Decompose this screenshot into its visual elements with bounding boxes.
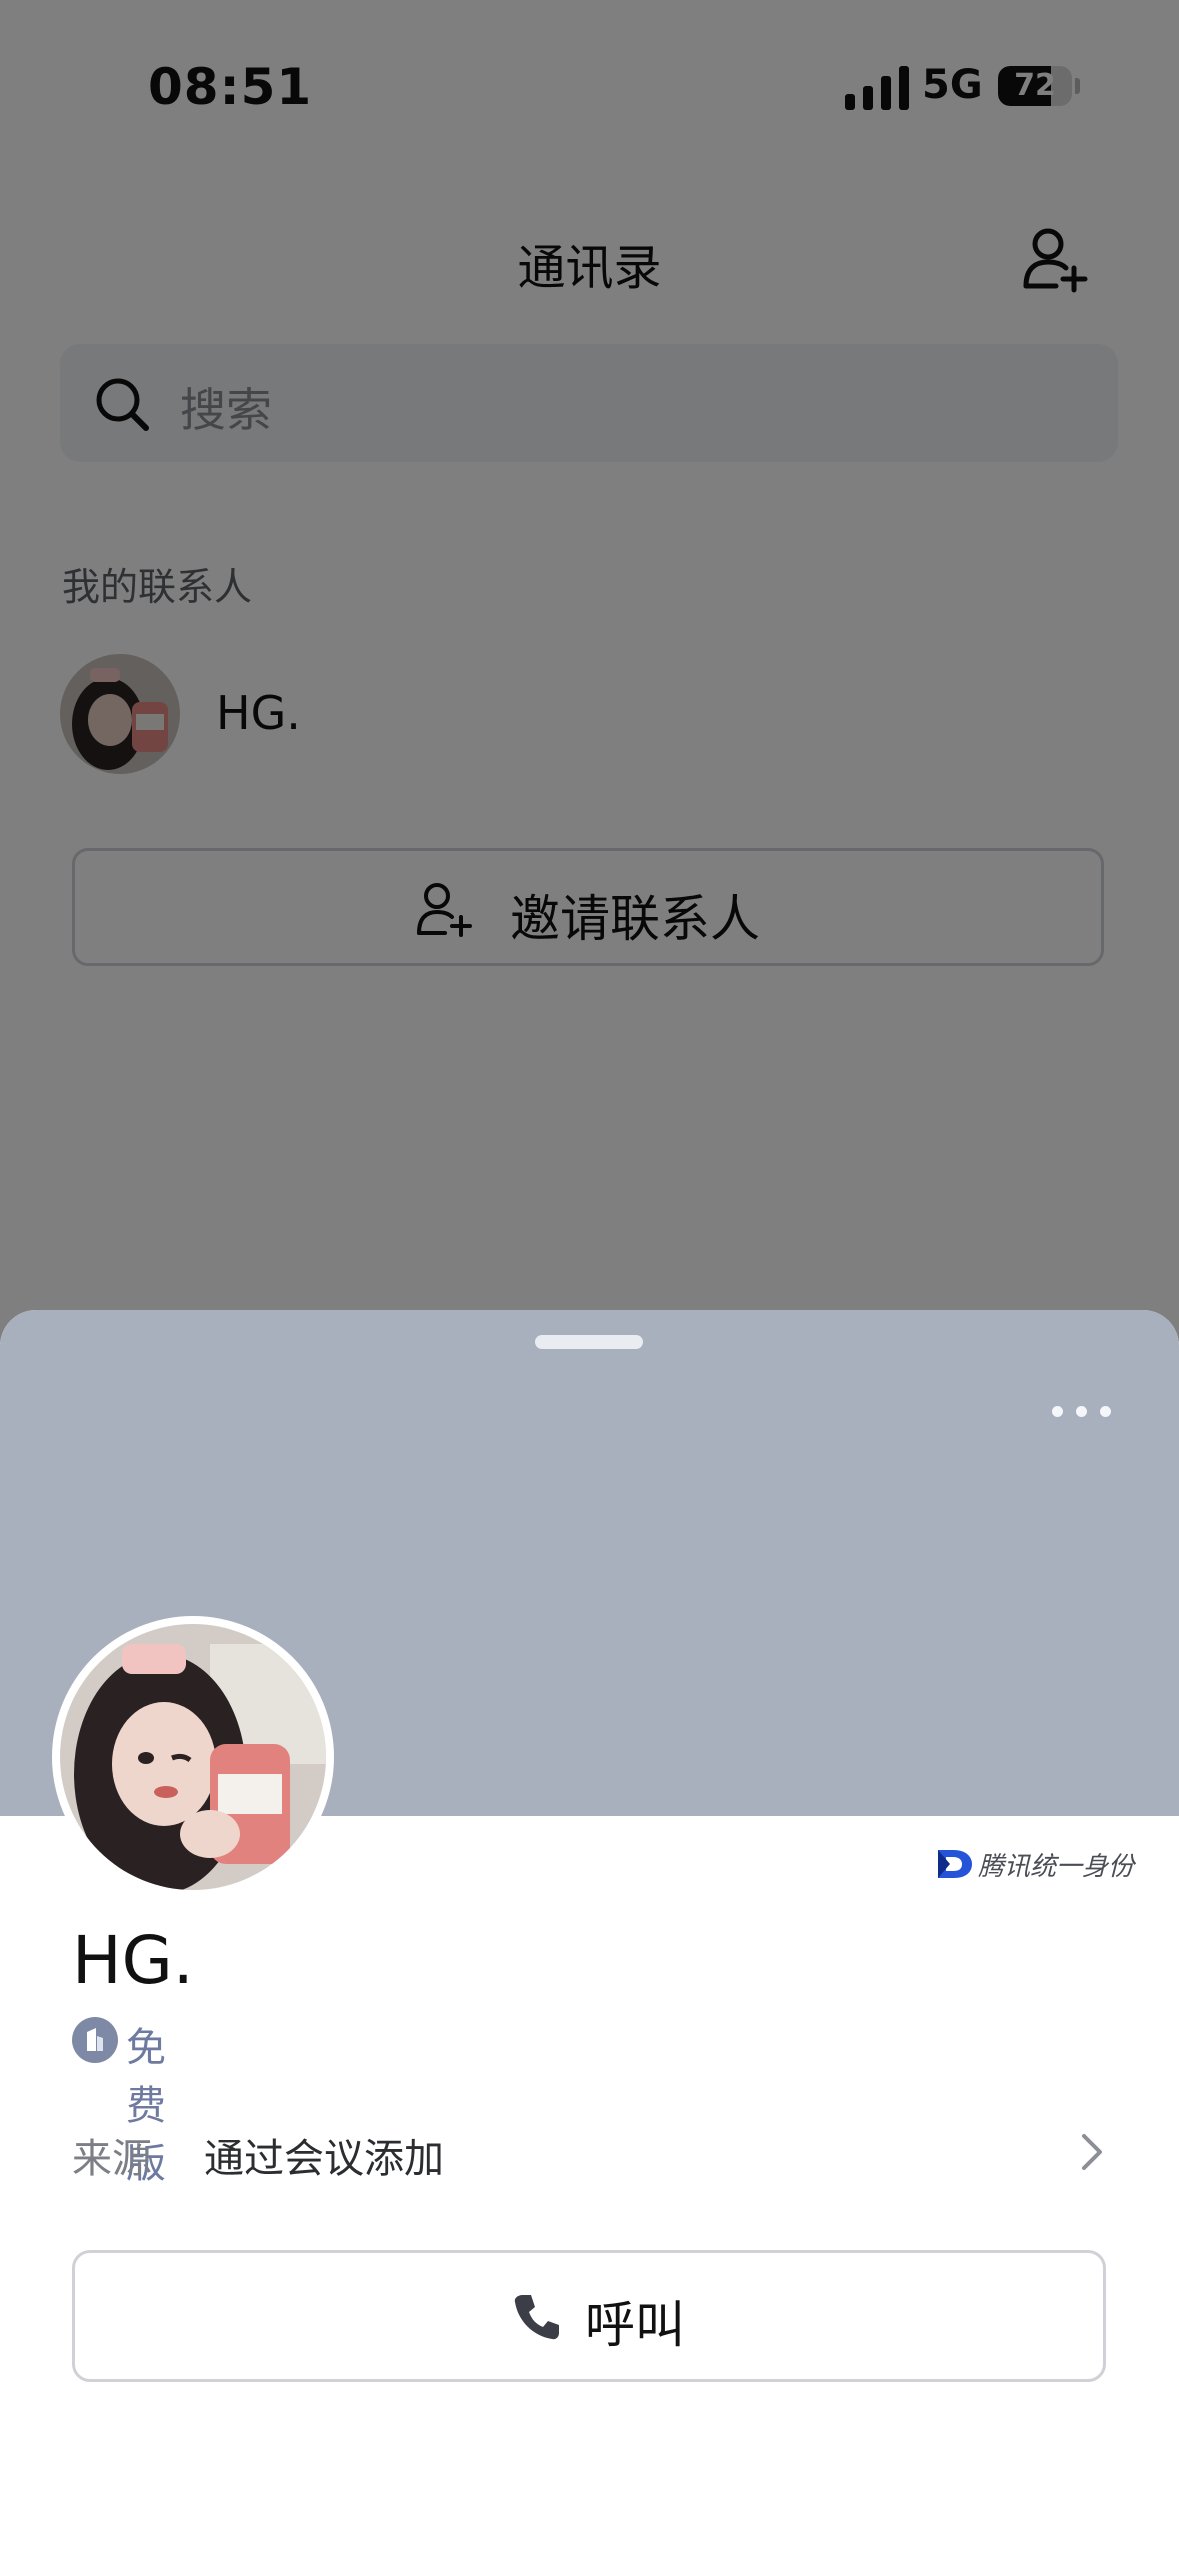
building-icon [72,2017,118,2063]
more-icon[interactable] [1052,1402,1112,1422]
source-value: 通过会议添加 [204,2136,444,2182]
sheet-drag-handle[interactable] [535,1335,643,1349]
profile-name: HG. [72,1922,194,1999]
call-button[interactable]: 呼叫 [72,2250,1106,2382]
source-row[interactable]: 来源 通过会议添加 [72,2120,1112,2190]
call-label: 呼叫 [585,2296,685,2354]
identity-label: 腾讯统一身份 [978,1852,1135,1882]
chevron-right-icon [1082,2134,1102,2170]
phone-icon [514,2295,559,2340]
contact-detail-sheet: 腾讯统一身份 HG. 免费版 来源 通过会议添加 呼叫 [0,1310,1179,2556]
profile-avatar [52,1616,334,1898]
source-key: 来源 [72,2136,152,2182]
tencent-id-logo-icon [938,1850,972,1878]
